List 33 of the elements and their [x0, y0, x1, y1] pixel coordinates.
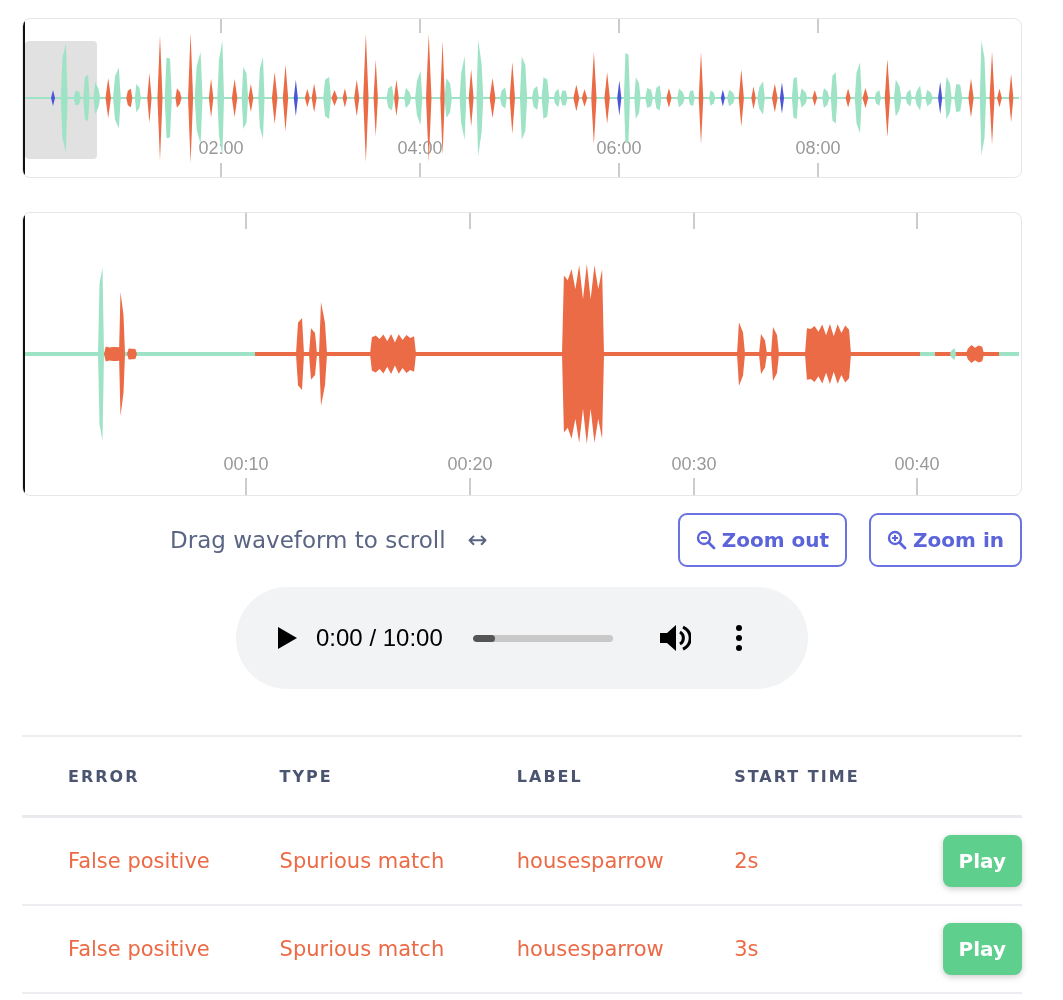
- zoom-in-icon: [887, 530, 908, 550]
- drag-hint: Drag waveform to scroll: [170, 527, 446, 553]
- table-cell: Spurious match: [279, 849, 445, 873]
- table-cell: 2s: [734, 849, 759, 873]
- time-tick-label: 00:10: [223, 454, 269, 474]
- play-button[interactable]: Play: [942, 923, 1022, 975]
- detail-waveform-panel[interactable]: 00:10 00:20 00:30 00:40: [22, 212, 1022, 496]
- time-tick-label: 00:20: [447, 454, 493, 474]
- time-tick-label: 00:30: [671, 454, 717, 474]
- column-header: ERROR: [22, 736, 234, 817]
- time-tick-label: 00:40: [894, 454, 940, 474]
- time-tick-label: 06:00: [596, 138, 642, 158]
- table-cell: housesparrow: [516, 849, 664, 873]
- table-cell: Spurious match: [279, 937, 445, 961]
- table-cell: False positive: [68, 849, 210, 873]
- table-cell: housesparrow: [516, 937, 664, 961]
- column-header: TYPE: [233, 736, 471, 817]
- time-tick-label: 08:00: [795, 138, 841, 158]
- playback-time: 0:00 / 10:00: [316, 624, 443, 652]
- volume-icon[interactable]: [658, 623, 691, 653]
- play-icon[interactable]: [276, 626, 298, 650]
- column-header: LABEL: [470, 736, 689, 817]
- zoom-in-button[interactable]: Zoom in: [869, 513, 1022, 567]
- column-header: START TIME: [688, 736, 882, 817]
- seek-slider[interactable]: [472, 634, 613, 642]
- time-tick-label: 02:00: [198, 138, 244, 158]
- more-options-icon[interactable]: [734, 625, 743, 651]
- zoom-out-button[interactable]: Zoom out: [677, 513, 848, 567]
- zoom-out-icon: [695, 530, 716, 550]
- horizontal-arrow-icon: ↔: [467, 526, 488, 554]
- table-cell: False positive: [68, 937, 210, 961]
- play-button[interactable]: Play: [942, 835, 1022, 887]
- table-cell: 3s: [734, 937, 759, 961]
